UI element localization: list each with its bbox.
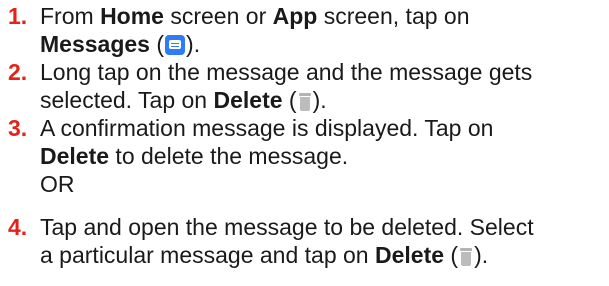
step-text-fragment: Long tap on the message and the message … [40,59,533,85]
step-text-fragment: screen or [163,3,273,29]
step-text: From Home screen or App screen, tap on M… [40,2,609,58]
step-2: 2. Long tap on the message and the messa… [0,58,609,114]
home-label: Home [100,3,164,29]
step-text-fragment: ( [444,242,459,268]
step-text-fragment: to delete the message. [109,143,349,169]
delete-label: Delete [213,87,283,113]
step-1: 1. From Home screen or App screen, tap o… [0,2,609,58]
step-text-fragment: ( [149,31,165,57]
step-text-fragment: a particular message and tap on [40,242,375,268]
step-text-fragment: Tap and open the message to be deleted. … [40,214,534,240]
step-text-fragment: ). [186,31,201,57]
step-text: Tap and open the message to be deleted. … [40,213,609,269]
step-number: 3. [8,115,28,141]
app-label: App [272,3,318,29]
step-3: 3. A confirmation message is displayed. … [0,114,609,198]
trash-icon [298,93,311,111]
step-number: 4. [8,214,28,240]
step-text-fragment: ). [474,242,489,268]
step-text-fragment: screen, tap on [317,3,470,29]
delete-label: Delete [374,242,445,268]
trash-icon [460,248,473,266]
delete-label: Delete [40,143,110,169]
step-text: Long tap on the message and the message … [40,58,609,114]
step-text-fragment: ). [312,87,327,113]
step-number: 1. [8,3,28,29]
step-text-fragment: ( [282,87,297,113]
instruction-steps: 1. From Home screen or App screen, tap o… [0,2,609,269]
step-text-fragment: From [40,3,101,29]
step-text-fragment: A confirmation message is displayed. Tap… [40,115,494,141]
or-separator: OR [40,171,75,197]
step-text: A confirmation message is displayed. Tap… [40,114,609,198]
messages-label: Messages [40,31,150,57]
step-number: 2. [8,59,28,85]
step-4: 4. Tap and open the message to be delete… [0,213,609,269]
step-text-fragment: selected. Tap on [40,87,214,113]
messages-app-icon [165,35,186,55]
